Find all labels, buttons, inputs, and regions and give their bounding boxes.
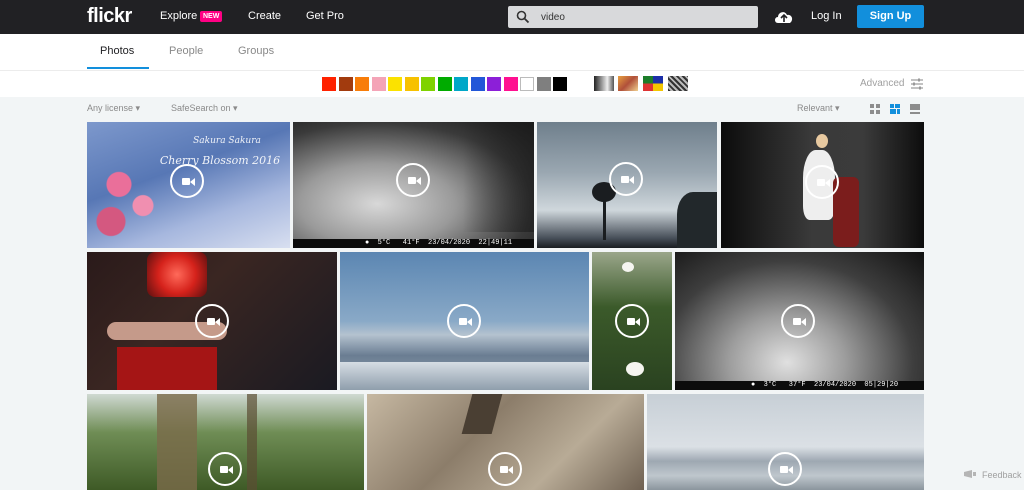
color-swatch[interactable]	[454, 77, 468, 91]
photo-caption-line1: Sakura Sakura	[193, 136, 261, 146]
photo-shadow	[463, 122, 534, 232]
video-icon	[805, 165, 839, 199]
new-badge: NEW	[200, 11, 223, 22]
video-icon	[208, 452, 242, 486]
tab-groups[interactable]: Groups	[238, 45, 274, 57]
photo-caption-line2: Cherry Blossom 2016	[159, 154, 281, 167]
sliders-icon[interactable]	[910, 77, 924, 91]
color-swatch[interactable]	[388, 77, 402, 91]
trailcam-timestamp: ● 5°C 41°F 23/04/2020 22|49|11	[293, 239, 534, 248]
figure-head	[816, 134, 828, 148]
feedback-link[interactable]: Feedback	[982, 470, 1022, 480]
feedback-icon[interactable]	[963, 469, 977, 481]
style-minimalist[interactable]	[643, 76, 663, 91]
login-link[interactable]: Log In	[811, 10, 842, 22]
signup-button[interactable]: Sign Up	[857, 5, 924, 28]
search-box[interactable]	[508, 6, 758, 28]
photo-forest[interactable]	[87, 394, 364, 490]
tab-people[interactable]: People	[169, 45, 203, 57]
justified-view-icon[interactable]	[889, 103, 901, 115]
style-patterns[interactable]	[668, 76, 688, 91]
photo-night-trailcam-1[interactable]: ● 5°C 41°F 23/04/2020 22|49|11	[293, 122, 534, 248]
tree-trunk-small	[247, 394, 257, 490]
flower-bottom	[626, 362, 644, 376]
tree-trunk	[603, 200, 606, 240]
tree-trunk-large	[157, 394, 197, 490]
safesearch-label: SafeSearch on	[171, 103, 231, 113]
license-dropdown[interactable]: Any license ▾	[87, 103, 140, 114]
video-icon	[609, 162, 643, 196]
search-input[interactable]	[541, 10, 741, 24]
color-swatch[interactable]	[371, 77, 386, 91]
top-navigation-bar: flickr Explore NEW Create Get Pro Log In…	[0, 0, 1024, 34]
video-icon	[768, 452, 802, 486]
photo-tree-sky[interactable]	[537, 122, 717, 248]
tab-photos[interactable]: Photos	[100, 45, 134, 57]
license-label: Any license	[87, 103, 134, 113]
sort-label: Relevant	[797, 103, 833, 113]
active-tab-indicator	[87, 67, 149, 69]
color-swatch[interactable]	[536, 77, 551, 91]
nav-get-pro[interactable]: Get Pro	[306, 10, 344, 22]
trees-right	[677, 192, 717, 248]
color-swatch[interactable]	[437, 77, 452, 91]
flickr-logo[interactable]: flickr	[87, 5, 132, 28]
color-swatch[interactable]	[421, 77, 435, 91]
photo-woman-white-dress[interactable]	[721, 122, 924, 248]
tail-light	[147, 252, 207, 297]
safesearch-dropdown[interactable]: SafeSearch on ▾	[171, 103, 238, 114]
nav-create[interactable]: Create	[248, 10, 281, 22]
ice-foreground	[340, 362, 589, 390]
car-bumper	[117, 347, 217, 390]
photo-hand-taillight[interactable]	[87, 252, 337, 390]
photo-night-trailcam-2[interactable]: ● 3°C 37°F 23/04/2020 05|29|20	[675, 252, 924, 390]
photo-beach[interactable]	[647, 394, 924, 490]
nav-explore[interactable]: Explore	[160, 10, 197, 22]
photo-rocky-ground[interactable]	[367, 394, 644, 490]
color-swatch[interactable]	[338, 77, 353, 91]
advanced-link[interactable]: Advanced	[860, 78, 904, 89]
photo-cherry-blossom[interactable]: Sakura Sakura Cherry Blossom 2016	[87, 122, 290, 248]
photo-white-flowers[interactable]	[592, 252, 672, 390]
photo-frozen-sea[interactable]	[340, 252, 589, 390]
color-filter-bar: Advanced	[0, 70, 1024, 97]
color-swatch[interactable]	[487, 77, 501, 91]
style-shallow-depth-of-field[interactable]	[618, 76, 638, 91]
color-swatch[interactable]	[503, 77, 518, 91]
video-icon	[170, 164, 204, 198]
search-type-tabs: Photos People Groups	[0, 34, 1024, 70]
style-black-and-white[interactable]	[594, 76, 614, 91]
color-swatch[interactable]	[322, 77, 336, 91]
flower-top	[622, 262, 634, 272]
search-icon[interactable]	[516, 10, 530, 24]
color-swatch[interactable]	[404, 77, 419, 91]
trailcam-timestamp: ● 3°C 37°F 23/04/2020 05|29|20	[675, 381, 924, 390]
upload-cloud-icon[interactable]	[773, 7, 795, 27]
video-icon	[615, 304, 649, 338]
video-icon	[195, 304, 229, 338]
color-swatch[interactable]	[553, 77, 567, 91]
list-view-icon[interactable]	[909, 103, 921, 115]
grid-small-view-icon[interactable]	[869, 103, 881, 115]
video-icon	[396, 163, 430, 197]
video-icon	[447, 304, 481, 338]
sort-dropdown[interactable]: Relevant ▾	[797, 103, 840, 114]
rock-crevice	[461, 394, 503, 434]
video-icon	[781, 304, 815, 338]
color-swatch[interactable]	[520, 77, 534, 91]
video-icon	[488, 452, 522, 486]
color-swatch[interactable]	[355, 77, 369, 91]
color-swatch[interactable]	[470, 77, 485, 91]
